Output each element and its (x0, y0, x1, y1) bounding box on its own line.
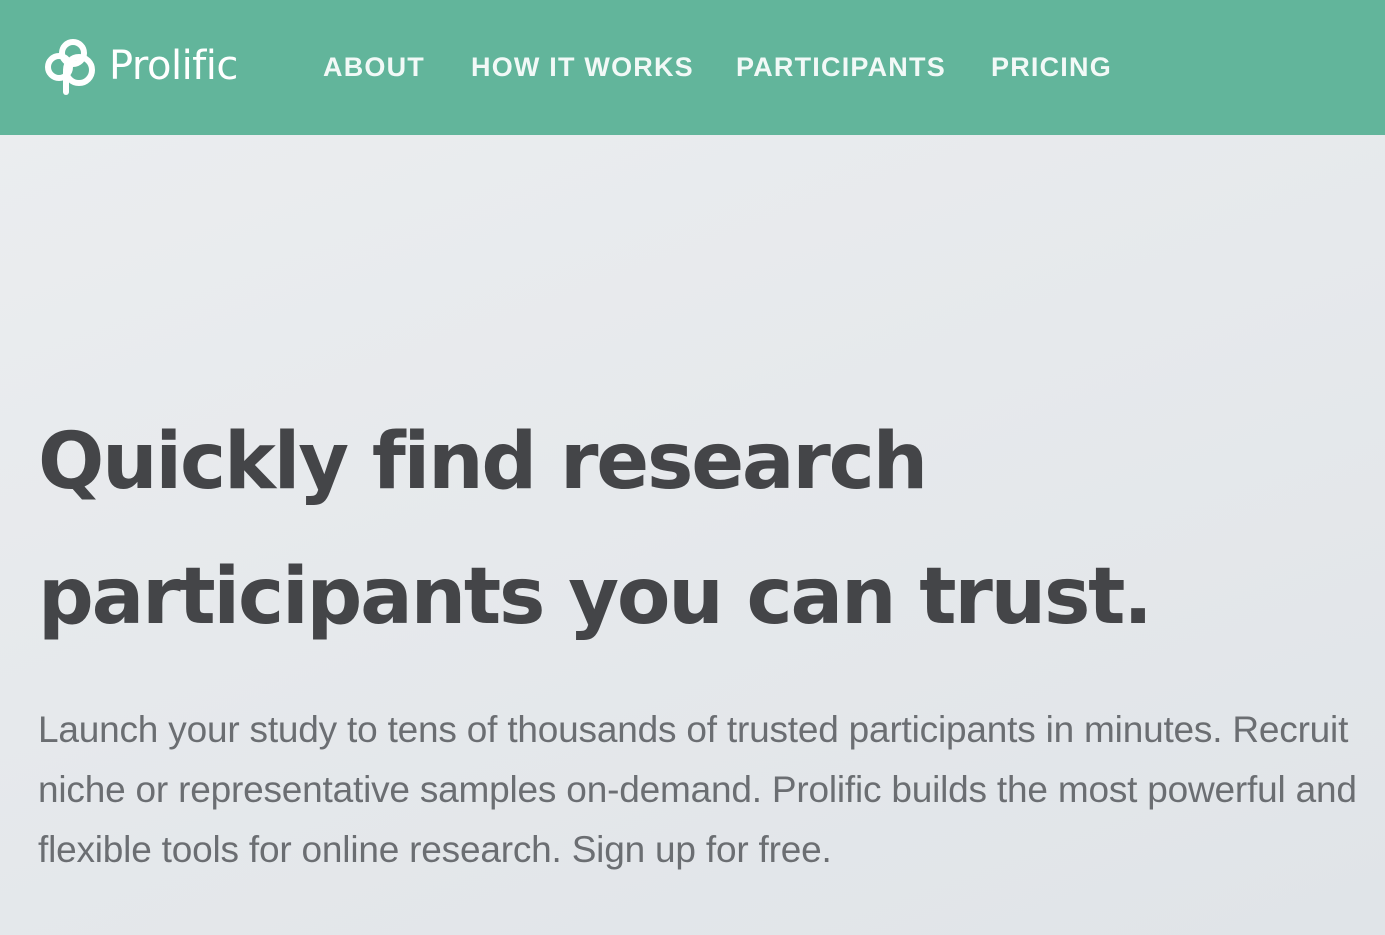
hero-description: Launch your study to tens of thousands o… (38, 709, 1357, 870)
nav-link-about[interactable]: ABOUT (323, 50, 425, 84)
nav-link-pricing[interactable]: PRICING (991, 50, 1112, 84)
hero-headline-line-1: Quickly find research (38, 417, 928, 507)
top-navigation-bar: Prolific ABOUT HOW IT WORKS PARTICIPANTS… (0, 0, 1385, 135)
nav-link-how-it-works[interactable]: HOW IT WORKS (471, 50, 694, 84)
prolific-logo-icon (43, 36, 103, 96)
brand-name: Prolific (109, 43, 238, 89)
hero-headline-line-2: participants you can trust. (38, 552, 1153, 642)
home-logo-link[interactable]: Prolific (43, 35, 238, 97)
hero-headline: Quickly find research participants you c… (38, 395, 1358, 665)
nav-link-participants[interactable]: PARTICIPANTS (736, 50, 946, 84)
